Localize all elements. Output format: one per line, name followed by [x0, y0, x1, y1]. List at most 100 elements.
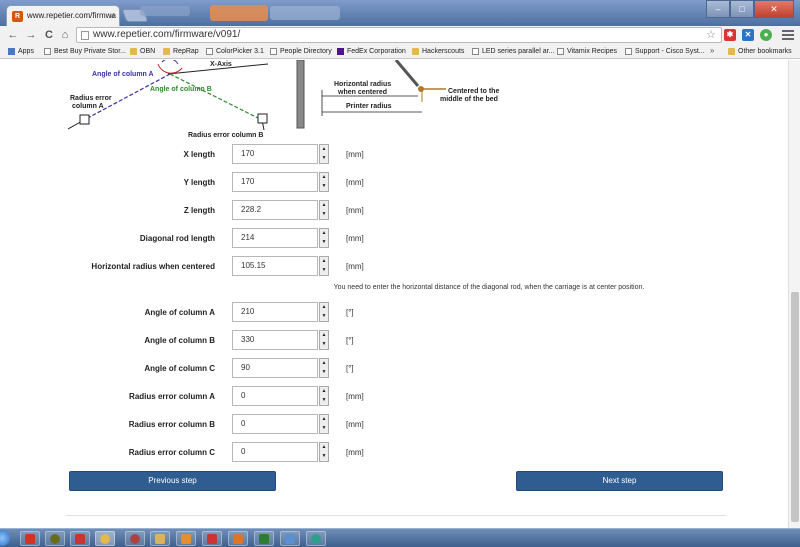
folder-icon [412, 48, 419, 55]
number-spinner[interactable]: ▲ ▼ [319, 358, 329, 378]
start-button[interactable] [0, 530, 10, 546]
x-length-input[interactable]: 170 [232, 144, 318, 164]
spinner-down-icon[interactable]: ▼ [320, 340, 328, 349]
reload-button[interactable]: C [42, 28, 56, 42]
app-taskbar-icon[interactable] [306, 531, 326, 546]
z-length-input[interactable]: 228.2 [232, 200, 318, 220]
number-spinner[interactable]: ▲ ▼ [319, 172, 329, 192]
browser-tab[interactable]: R www.repetier.com/firmwa × [6, 5, 120, 26]
bookmark-item[interactable]: Best Buy Private Stor... [44, 46, 126, 57]
number-spinner[interactable]: ▲ ▼ [319, 200, 329, 220]
angle-c-input[interactable]: 90 [232, 358, 318, 378]
background-tab[interactable] [270, 6, 340, 20]
spinner-up-icon[interactable]: ▲ [320, 145, 328, 154]
other-bookmarks-folder[interactable]: Other bookmarks [728, 46, 792, 57]
excel-taskbar-icon[interactable] [254, 531, 274, 546]
minimize-button[interactable]: – [706, 0, 730, 18]
next-step-button[interactable]: Next step [516, 471, 723, 491]
number-spinner[interactable]: ▲ ▼ [319, 256, 329, 276]
bookmarks-bar: Apps Best Buy Private Stor... OBN RepRap… [0, 44, 800, 59]
bookmark-item[interactable]: Support - Cisco Syst... [625, 46, 705, 57]
spinner-up-icon[interactable]: ▲ [320, 387, 328, 396]
home-button[interactable]: ⌂ [58, 28, 72, 42]
maximize-button[interactable]: □ [730, 0, 754, 18]
extension-icon[interactable]: ✱ [724, 29, 736, 41]
more-bookmarks-chevron[interactable]: » [710, 46, 714, 55]
app-taskbar-icon[interactable] [45, 531, 65, 546]
spinner-up-icon[interactable]: ▲ [320, 201, 328, 210]
app-taskbar-icon[interactable] [280, 531, 300, 546]
app-taskbar-icon[interactable] [125, 531, 145, 546]
media-taskbar-icon[interactable] [176, 531, 196, 546]
scrollbar-thumb[interactable] [791, 292, 799, 522]
horizontal-radius-input[interactable]: 105.15 [232, 256, 318, 276]
spinner-up-icon[interactable]: ▲ [320, 359, 328, 368]
forward-button[interactable]: → [24, 28, 38, 42]
app-taskbar-icon[interactable] [202, 531, 222, 546]
page-icon [625, 48, 632, 55]
bookmark-item[interactable]: FedEx Corporation [337, 46, 406, 57]
gmail-taskbar-icon[interactable] [20, 531, 40, 546]
back-button[interactable]: ← [6, 28, 20, 42]
extension-icon[interactable]: ✕ [742, 29, 754, 41]
bookmark-item[interactable]: LED series parallel ar... [472, 46, 554, 57]
radius-error-b-input[interactable]: 0 [232, 414, 318, 434]
number-spinner[interactable]: ▲ ▼ [319, 414, 329, 434]
extension-icon[interactable]: ● [760, 29, 772, 41]
spinner-down-icon[interactable]: ▼ [320, 368, 328, 377]
page-icon [81, 31, 89, 40]
spinner-up-icon[interactable]: ▲ [320, 443, 328, 452]
spinner-down-icon[interactable]: ▼ [320, 312, 328, 321]
angle-b-input[interactable]: 330 [232, 330, 318, 350]
tab-title: www.repetier.com/firmwa [27, 11, 116, 20]
number-spinner[interactable]: ▲ ▼ [319, 302, 329, 322]
bookmark-item[interactable]: Apps [8, 46, 34, 57]
spinner-down-icon[interactable]: ▼ [320, 396, 328, 405]
spinner-up-icon[interactable]: ▲ [320, 303, 328, 312]
bookmark-star-icon[interactable]: ☆ [706, 28, 716, 41]
y-length-input[interactable]: 170 [232, 172, 318, 192]
bookmark-folder[interactable]: RepRap [163, 46, 199, 57]
unit-label: [mm] [346, 420, 364, 429]
close-window-button[interactable]: ✕ [754, 0, 794, 18]
bookmark-folder[interactable]: OBN [130, 46, 155, 57]
number-spinner[interactable]: ▲ ▼ [319, 386, 329, 406]
page-scrollbar[interactable] [788, 60, 800, 528]
number-spinner[interactable]: ▲ ▼ [319, 330, 329, 350]
background-tab[interactable] [210, 5, 268, 21]
form-row-radius-error-b: Radius error column B 0 ▲ ▼ [mm] [0, 414, 788, 436]
bookmark-item[interactable]: ColorPicker 3.1 [206, 46, 264, 57]
previous-step-button[interactable]: Previous step [69, 471, 276, 491]
spinner-up-icon[interactable]: ▲ [320, 257, 328, 266]
form-row-angle-a: Angle of column A 210 ▲ ▼ [°] [0, 302, 788, 324]
menu-icon[interactable] [782, 29, 794, 41]
spinner-down-icon[interactable]: ▼ [320, 266, 328, 275]
spinner-down-icon[interactable]: ▼ [320, 182, 328, 191]
bookmark-item[interactable]: Vitamix Recipes [557, 46, 617, 57]
number-spinner[interactable]: ▲ ▼ [319, 442, 329, 462]
spinner-down-icon[interactable]: ▼ [320, 210, 328, 219]
spinner-down-icon[interactable]: ▼ [320, 424, 328, 433]
radius-error-c-input[interactable]: 0 [232, 442, 318, 462]
number-spinner[interactable]: ▲ ▼ [319, 228, 329, 248]
bookmark-item[interactable]: People Directory [270, 46, 332, 57]
angle-a-input[interactable]: 210 [232, 302, 318, 322]
app-taskbar-icon[interactable] [70, 531, 90, 546]
address-bar[interactable]: www.repetier.com/firmware/v091/ [76, 27, 722, 43]
radius-error-a-input[interactable]: 0 [232, 386, 318, 406]
explorer-taskbar-icon[interactable] [150, 531, 170, 546]
spinner-down-icon[interactable]: ▼ [320, 154, 328, 163]
app-taskbar-icon[interactable] [228, 531, 248, 546]
background-tab[interactable] [140, 6, 190, 16]
chrome-taskbar-icon[interactable] [95, 531, 115, 546]
tab-close-icon[interactable]: × [110, 6, 115, 26]
spinner-up-icon[interactable]: ▲ [320, 229, 328, 238]
spinner-up-icon[interactable]: ▲ [320, 173, 328, 182]
bookmark-folder[interactable]: Hackerscouts [412, 46, 464, 57]
number-spinner[interactable]: ▲ ▼ [319, 144, 329, 164]
spinner-up-icon[interactable]: ▲ [320, 331, 328, 340]
spinner-down-icon[interactable]: ▼ [320, 238, 328, 247]
spinner-up-icon[interactable]: ▲ [320, 415, 328, 424]
diagonal-rod-length-input[interactable]: 214 [232, 228, 318, 248]
spinner-down-icon[interactable]: ▼ [320, 452, 328, 461]
